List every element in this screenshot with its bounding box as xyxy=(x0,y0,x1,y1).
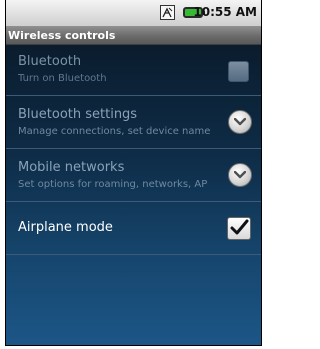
setting-title: Bluetooth settings xyxy=(18,107,138,122)
phone-screen: 10:55 AM Wireless controls Bluetooth Tur… xyxy=(5,0,262,346)
bluetooth-checkbox[interactable] xyxy=(228,61,249,82)
setting-row-airplane-mode[interactable]: Airplane mode xyxy=(6,202,261,255)
setting-title: Airplane mode xyxy=(18,220,113,235)
status-time: 10:55 AM xyxy=(193,5,257,19)
setting-summary: Turn on Bluetooth xyxy=(18,73,107,84)
network-icon xyxy=(160,5,175,20)
setting-title: Mobile networks xyxy=(18,160,125,175)
setting-summary: Set options for roaming, networks, AP xyxy=(18,179,208,190)
chevron-down-icon[interactable] xyxy=(228,163,252,187)
chevron-down-icon[interactable] xyxy=(228,110,252,134)
setting-title: Bluetooth xyxy=(18,54,82,69)
page: 10:55 AM Wireless controls Bluetooth Tur… xyxy=(0,0,262,349)
airplane-mode-checkbox[interactable] xyxy=(227,217,251,240)
status-bar: 10:55 AM xyxy=(6,0,261,27)
setting-row-bluetooth-settings[interactable]: Bluetooth settings Manage connections, s… xyxy=(6,96,261,149)
category-header: Wireless controls xyxy=(6,27,261,45)
setting-row-mobile-networks[interactable]: Mobile networks Set options for roaming,… xyxy=(6,149,261,202)
setting-row-bluetooth[interactable]: Bluetooth Turn on Bluetooth xyxy=(6,45,261,96)
category-title: Wireless controls xyxy=(8,29,116,42)
setting-summary: Manage connections, set device name xyxy=(18,126,211,137)
